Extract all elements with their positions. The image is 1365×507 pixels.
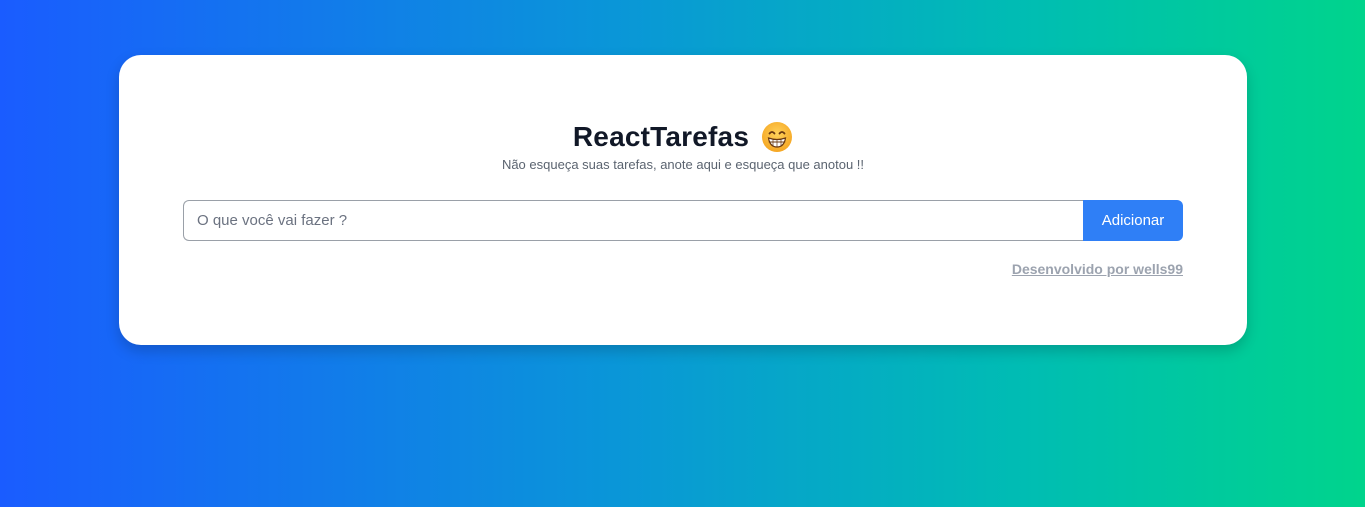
grinning-face-icon bbox=[761, 121, 793, 153]
todo-card: ReactTarefas Não esqueça suas tarefas, a… bbox=[119, 55, 1247, 345]
app-subtitle: Não esqueça suas tarefas, anote aqui e e… bbox=[501, 157, 865, 172]
title-row: ReactTarefas bbox=[119, 121, 1247, 153]
task-input[interactable] bbox=[183, 200, 1083, 241]
app-title: ReactTarefas bbox=[572, 121, 750, 152]
task-form: Adicionar bbox=[183, 200, 1183, 241]
add-task-button[interactable]: Adicionar bbox=[1083, 200, 1183, 241]
developer-credit-link[interactable]: Desenvolvido por wells99 bbox=[1012, 261, 1183, 277]
